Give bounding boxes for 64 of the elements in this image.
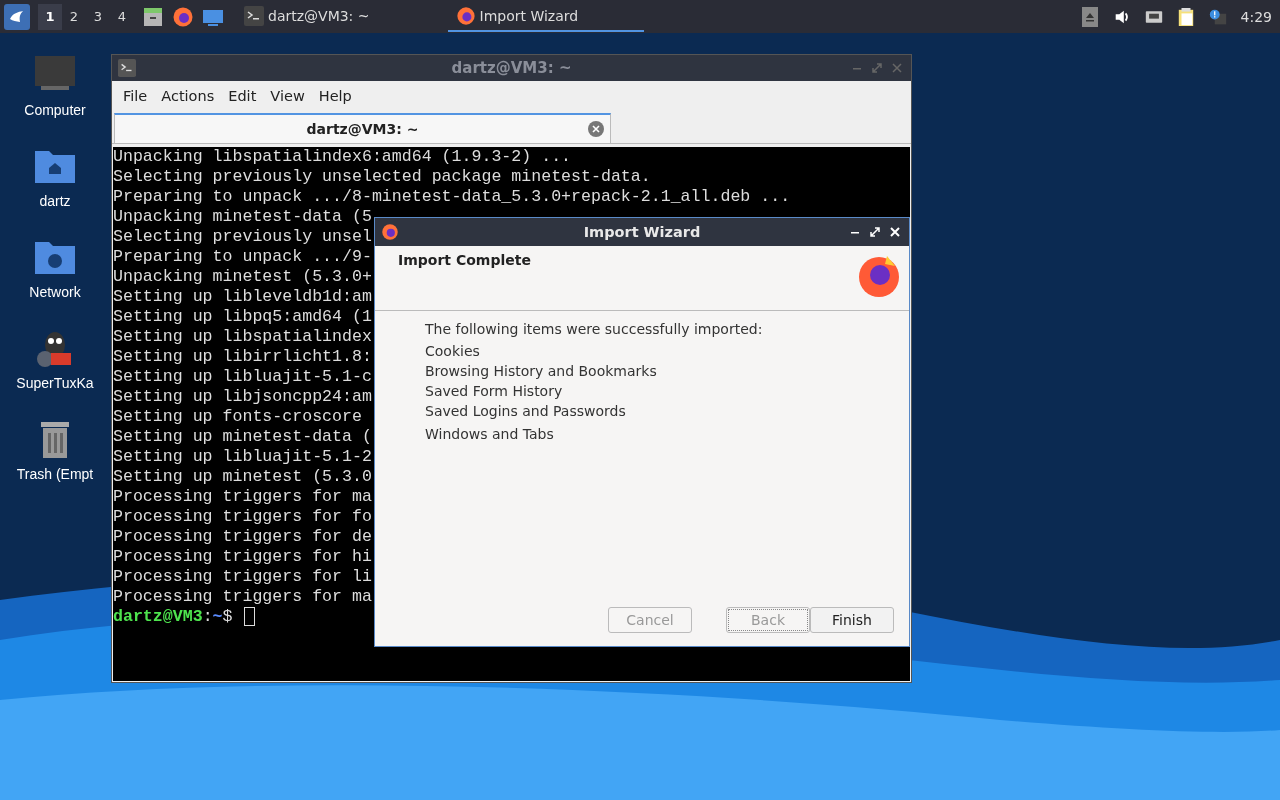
start-menu-icon[interactable] — [4, 3, 30, 30]
desktop-icon-label[interactable]: Trash (Empt — [16, 466, 94, 482]
firefox-icon — [381, 223, 399, 241]
terminal-line: Unpacking libspatialindex6:amd64 (1.9.3-2) ... — [113, 147, 572, 167]
terminal-line: Setting up libleveldb1d:am — [113, 287, 372, 307]
firefox-icon — [455, 5, 476, 26]
terminal-line: Processing triggers for ma — [113, 487, 372, 507]
terminal-line: Preparing to unpack .../9- — [113, 247, 372, 267]
terminal-line: Unpacking minetest-data (5 — [113, 207, 372, 227]
text-cursor — [244, 607, 255, 626]
dialog-heading: Import Complete — [398, 252, 531, 268]
prompt-line: dartz@VM3:~$ — [113, 607, 233, 627]
terminal-line: Processing triggers for ma — [113, 587, 372, 607]
imported-item: Windows and Tabs — [425, 425, 554, 444]
workspace-button[interactable]: 2 — [62, 3, 86, 30]
terminal-line: Setting up libluajit-5.1-2 — [113, 447, 372, 467]
firefox-icon[interactable] — [172, 5, 194, 28]
terminal-line: Processing triggers for fo — [113, 507, 372, 527]
window-title: dartz@VM3: ~ — [451, 59, 572, 77]
imported-item: Saved Form History — [425, 382, 563, 401]
menu-item[interactable]: Edit — [221, 88, 264, 104]
terminal-line: Selecting previously unsel — [113, 227, 372, 247]
clock[interactable]: 4:29 — [1240, 8, 1272, 25]
terminal-line: Selecting previously unselected package minetest-data. — [113, 167, 651, 187]
menu-item[interactable]: Help — [311, 88, 359, 104]
clipboard-icon[interactable] — [1176, 6, 1195, 27]
taskbar-button[interactable]: Import Wizard — [447, 1, 644, 32]
close-tab-icon[interactable] — [588, 121, 604, 137]
terminal-line: Setting up libspatialindex — [113, 327, 372, 347]
menu-item[interactable]: File — [116, 88, 155, 104]
workspace-button[interactable]: 3 — [86, 3, 110, 30]
terminal-tab[interactable]: dartz@VM3: ~ — [114, 113, 611, 143]
window-title: Import Wizard — [583, 224, 701, 240]
imported-item: Browsing History and Bookmarks — [425, 362, 657, 381]
terminal-line: Setting up libjsoncpp24:am — [113, 387, 372, 407]
terminal-line: Setting up libluajit-5.1-c — [113, 367, 372, 387]
terminal-icon — [118, 59, 136, 77]
imported-item: Saved Logins and Passwords — [425, 402, 626, 421]
terminal-line: Setting up minetest (5.3.0 — [113, 467, 372, 487]
desktop-icon-label[interactable]: Computer — [24, 102, 86, 118]
terminal-line: Unpacking minetest (5.3.0+ — [113, 267, 372, 287]
workspace-button[interactable]: 4 — [110, 3, 134, 30]
menu-item[interactable]: View — [263, 88, 312, 104]
intro-text: The following items were successfully imported: — [425, 320, 764, 339]
file-cabinet-icon[interactable] — [142, 5, 164, 28]
desktop-icon-label[interactable]: SuperTuxKa — [16, 375, 94, 391]
imported-item: Cookies — [425, 342, 480, 361]
terminal-line: Setting up fonts-croscore — [113, 407, 362, 427]
desktop-icon-label[interactable]: dartz — [39, 193, 71, 209]
terminal-icon — [244, 5, 264, 26]
terminal-line: Preparing to unpack .../8-minetest-data_5.3.0+repack-2.1_all.deb ... — [113, 187, 791, 207]
terminal-line: Setting up libpq5:amd64 (1 — [113, 307, 372, 327]
firefox-logo-icon — [857, 254, 901, 298]
workspace-button[interactable]: 1 — [38, 3, 62, 30]
menu-item[interactable]: Actions — [154, 88, 222, 104]
terminal-line: Processing triggers for de — [113, 527, 372, 547]
terminal-line: Setting up minetest-data ( — [113, 427, 372, 447]
terminal-line: Processing triggers for li — [113, 567, 372, 587]
eject-icon[interactable] — [1080, 6, 1099, 27]
dialog-button[interactable]: Finish — [810, 607, 894, 633]
terminal-line: Setting up libirrlicht1.8: — [113, 347, 372, 367]
terminal-line: Processing triggers for hi — [113, 547, 372, 567]
taskbar-button[interactable]: dartz@VM3: ~ — [236, 1, 378, 32]
desktop-icon-label[interactable]: Network — [29, 284, 81, 300]
